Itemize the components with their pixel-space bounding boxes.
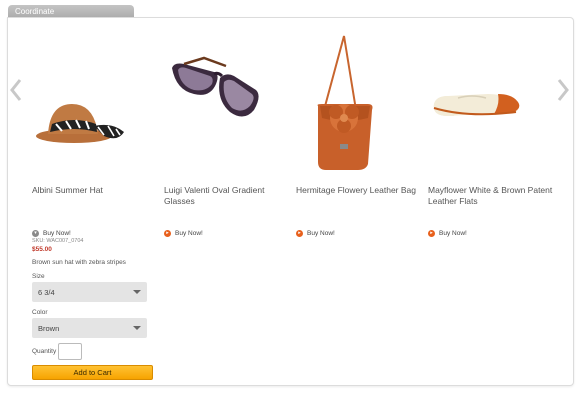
circle-chevron-down-icon: ▾ bbox=[32, 230, 39, 237]
quantity-input[interactable] bbox=[58, 343, 83, 360]
size-select[interactable]: 6 3/4 bbox=[32, 282, 147, 302]
buy-now-link[interactable]: ▸ Buy Now! bbox=[164, 230, 203, 237]
quantity-label: Quantity bbox=[32, 348, 57, 355]
buy-now-link[interactable]: ▸ Buy Now! bbox=[428, 230, 467, 237]
product-image-flats[interactable] bbox=[428, 32, 548, 177]
product-name[interactable]: Luigi Valenti Oval Gradient Glasses bbox=[164, 185, 289, 207]
size-label: Size bbox=[32, 273, 45, 280]
buy-now-label: Buy Now! bbox=[43, 230, 71, 237]
carousel-prev-arrow-icon[interactable] bbox=[10, 78, 22, 102]
product-image-hat[interactable] bbox=[32, 32, 152, 177]
product-name[interactable]: Albini Summer Hat bbox=[32, 185, 157, 196]
buy-now-label: Buy Now! bbox=[439, 230, 467, 237]
chevron-down-icon bbox=[133, 290, 141, 294]
buy-now-link[interactable]: ▸ Buy Now! bbox=[296, 230, 335, 237]
circle-chevron-right-icon: ▸ bbox=[164, 230, 171, 237]
buy-now-label: Buy Now! bbox=[175, 230, 203, 237]
product-name[interactable]: Mayflower White & Brown Patent Leather F… bbox=[428, 185, 553, 207]
circle-chevron-right-icon: ▸ bbox=[428, 230, 435, 237]
color-select[interactable]: Brown bbox=[32, 318, 147, 338]
size-select-value: 6 3/4 bbox=[38, 287, 55, 297]
chevron-down-icon bbox=[133, 326, 141, 330]
product-description: Brown sun hat with zebra stripes bbox=[32, 259, 126, 266]
product-image-glasses[interactable] bbox=[164, 32, 284, 177]
buy-now-link[interactable]: ▾ Buy Now! bbox=[32, 230, 71, 237]
product-sku: SKU: WAC007_0704 bbox=[32, 238, 84, 244]
product-details: SKU: WAC007_0704 $55.00 Brown sun hat wi… bbox=[32, 238, 157, 380]
product-price: $55.00 bbox=[32, 246, 52, 253]
product-name[interactable]: Hermitage Flowery Leather Bag bbox=[296, 185, 421, 196]
circle-chevron-right-icon: ▸ bbox=[296, 230, 303, 237]
color-label: Color bbox=[32, 309, 48, 316]
product-image-bag[interactable] bbox=[296, 32, 416, 177]
buy-now-label: Buy Now! bbox=[307, 230, 335, 237]
color-select-value: Brown bbox=[38, 323, 60, 333]
quantity-row: Quantity bbox=[32, 343, 157, 360]
carousel-next-arrow-icon[interactable] bbox=[557, 78, 569, 102]
add-to-cart-button[interactable]: Add to Cart bbox=[32, 365, 153, 380]
